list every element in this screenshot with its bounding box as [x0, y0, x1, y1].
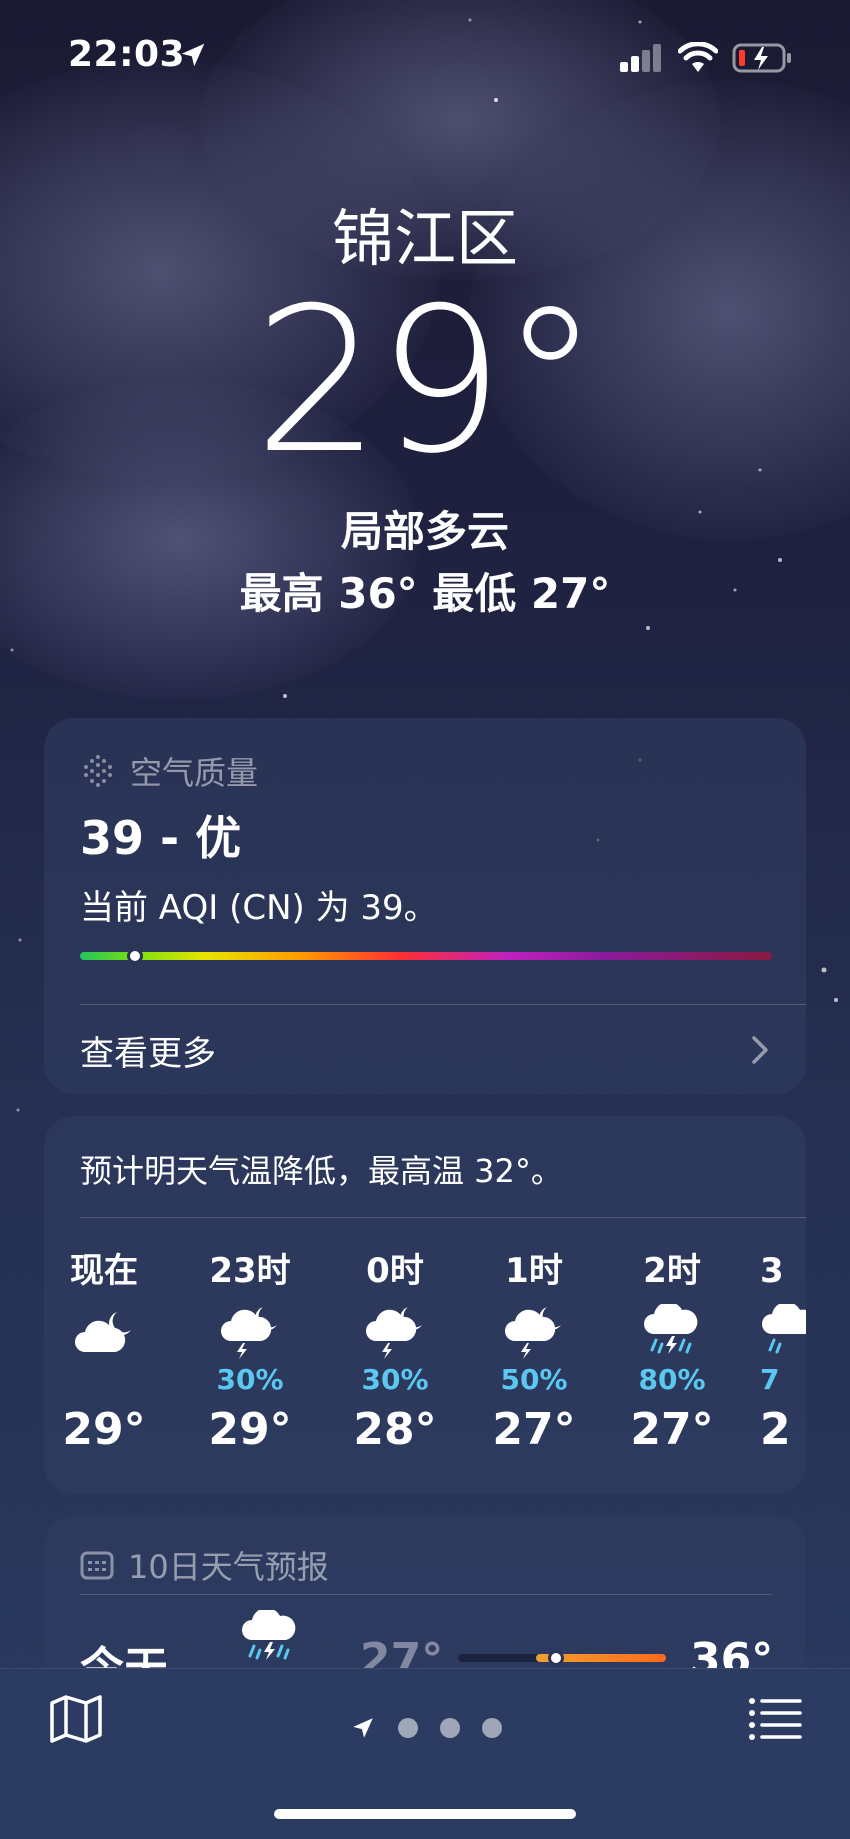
hour-temperature: 28°	[353, 1404, 437, 1455]
air-quality-card[interactable]: 空气质量 39 - 优 当前 AQI (CN) 为 39。 查看更多	[44, 718, 806, 1094]
partly-cloudy-night-icon	[44, 1302, 164, 1362]
page-indicator[interactable]	[350, 1715, 502, 1741]
air-quality-icon	[84, 755, 112, 787]
air-quality-title: 空气质量	[130, 754, 259, 792]
home-indicator[interactable]	[274, 1809, 576, 1819]
hour-label: 3	[760, 1251, 784, 1291]
thunderstorm-rain-icon	[612, 1302, 732, 1362]
high-low-temperature: 最高 36° 最低 27°	[239, 569, 611, 618]
temperature-range-bar	[458, 1650, 666, 1666]
precipitation-chance: 80%	[638, 1363, 706, 1396]
hour-label: 2时	[643, 1251, 701, 1291]
calendar-icon	[80, 1551, 114, 1580]
location-arrow-icon[interactable]	[350, 1715, 376, 1741]
thunderstorm-night-icon	[335, 1302, 455, 1362]
map-icon[interactable]	[48, 1693, 104, 1745]
thunderstorm-rain-icon	[760, 1302, 806, 1362]
hour-item: 现在 29°	[44, 1250, 164, 1455]
aqi-indicator	[127, 948, 144, 964]
divider	[80, 1217, 806, 1218]
see-more-link[interactable]: 查看更多	[80, 1026, 216, 1075]
precipitation-chance: 30%	[361, 1363, 429, 1396]
status-time: 22:03	[68, 34, 186, 75]
divider	[80, 1594, 772, 1595]
hour-temperature: 2	[760, 1404, 791, 1455]
hour-label: 1时	[505, 1251, 563, 1291]
hour-item: 3 7 2	[750, 1250, 806, 1455]
hourly-forecast-card[interactable]: 预计明天气温降低，最高温 32°。 现在 29° 23时 30% 29° 0时	[44, 1116, 806, 1494]
hour-label: 0时	[366, 1251, 424, 1291]
list-icon[interactable]	[748, 1697, 804, 1741]
ten-day-header: 10日天气预报	[80, 1542, 329, 1588]
forecast-summary: 预计明天气温降低，最高温 32°。	[80, 1152, 563, 1190]
hour-label: 现在	[70, 1251, 138, 1291]
bottom-toolbar	[0, 1668, 850, 1839]
location-arrow-icon	[181, 43, 205, 67]
aqi-value: 39 - 优	[80, 811, 242, 865]
hour-temperature: 27°	[492, 1404, 576, 1455]
hour-temperature: 29°	[62, 1404, 146, 1455]
hour-item: 23时 30% 29°	[190, 1250, 310, 1455]
chevron-right-icon[interactable]	[750, 1034, 770, 1066]
cellular-signal-icon	[620, 44, 661, 72]
divider	[80, 1004, 806, 1005]
hour-item: 2时 80% 27°	[612, 1250, 732, 1455]
hour-label: 23时	[209, 1251, 291, 1291]
status-bar: 22:03	[0, 0, 850, 110]
precipitation-chance: 30%	[216, 1363, 284, 1396]
precipitation-chance: 7	[760, 1363, 780, 1396]
hour-temperature: 29°	[208, 1404, 292, 1455]
precipitation-chance: 50%	[500, 1363, 568, 1396]
aqi-scale-bar	[80, 948, 772, 964]
thunderstorm-night-icon	[474, 1302, 594, 1362]
thunderstorm-night-icon	[190, 1302, 310, 1362]
page-dot[interactable]	[398, 1718, 418, 1738]
ten-day-title: 10日天气预报	[128, 1548, 329, 1586]
thunderstorm-rain-icon	[242, 1610, 296, 1660]
hour-item: 1时 50% 27°	[474, 1250, 594, 1455]
page-dot[interactable]	[482, 1718, 502, 1738]
hour-item: 0时 30% 28°	[335, 1250, 455, 1455]
precipitation-chance	[44, 1362, 164, 1398]
page-dot[interactable]	[440, 1718, 460, 1738]
aqi-description: 当前 AQI (CN) 为 39。	[80, 888, 438, 928]
current-temperature-indicator	[547, 1650, 564, 1666]
air-quality-header: 空气质量	[80, 748, 258, 794]
hour-temperature: 27°	[630, 1404, 714, 1455]
current-temperature: 29°	[253, 265, 601, 498]
current-condition: 局部多云	[340, 507, 509, 556]
battery-charging-icon	[732, 43, 791, 73]
wifi-icon	[678, 42, 718, 72]
